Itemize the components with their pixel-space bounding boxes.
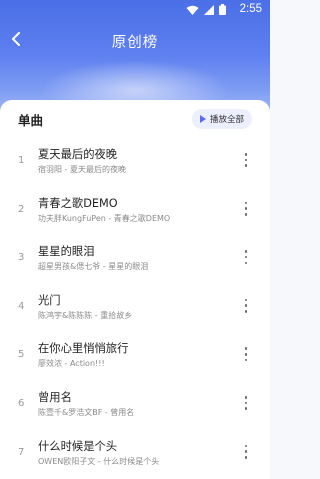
song-row[interactable]: 2 青春之歌DEMO 功夫胖KungFuPen - 青春之歌DEMO: [0, 189, 270, 238]
status-icons: [186, 4, 226, 15]
song-row[interactable]: 7 什么时候是个头 OWEN欧阳子文 - 什么时候是个头: [0, 432, 270, 479]
song-row[interactable]: 3 星星的眼泪 超星男孩&偲七爷 - 星星的眼泪: [0, 237, 270, 286]
song-subtitle: OWEN欧阳子文 - 什么时候是个头: [38, 456, 160, 466]
more-vertical-icon[interactable]: [244, 250, 248, 265]
wifi-icon: [186, 5, 199, 15]
song-title: 什么时候是个头: [38, 439, 118, 453]
song-title: 在你心里悄悄旅行: [38, 342, 129, 356]
song-index: 5: [18, 349, 25, 361]
song-subtitle: 功夫胖KungFuPen - 青春之歌DEMO: [38, 213, 171, 223]
play-all-label: 播放全部: [209, 115, 244, 125]
song-title: 星星的眼泪: [38, 245, 95, 259]
play-icon: [199, 115, 206, 123]
status-time: 2:55: [239, 3, 262, 15]
song-title: 曾用名: [38, 390, 72, 404]
more-vertical-icon[interactable]: [244, 201, 248, 216]
page-title: 原创榜: [111, 35, 159, 51]
section-title: 单曲: [18, 113, 44, 128]
more-vertical-icon[interactable]: [244, 444, 248, 459]
song-title: 夏天最后的夜晚: [38, 148, 118, 161]
song-subtitle: 陈壹千&罗浩文BF - 曾用名: [38, 407, 135, 417]
more-vertical-icon[interactable]: [244, 347, 248, 362]
song-index: 7: [18, 446, 25, 458]
more-vertical-icon[interactable]: [244, 298, 248, 313]
song-row[interactable]: 4 光门 陈鸿宇&陈陈陈 - 重拾故乡: [0, 286, 270, 335]
status-bar: 2:55: [0, 0, 270, 20]
song-title: 青春之歌DEMO: [38, 196, 118, 210]
song-title: 光门: [38, 293, 61, 307]
signal-icon: [204, 4, 214, 15]
song-list-card: 单曲 播放全部 1 夏天最后的夜晚 宿羽阳 - 夏天最后的夜晚 2 青春之歌DE…: [0, 100, 270, 479]
song-index: 2: [18, 203, 25, 215]
song-index: 1: [18, 155, 25, 166]
more-vertical-icon[interactable]: [244, 395, 248, 410]
song-index: 3: [18, 252, 25, 264]
play-all-button[interactable]: 播放全部: [191, 109, 252, 129]
song-subtitle: 廖效浓 - Action!!!: [38, 359, 105, 369]
song-list: 1 夏天最后的夜晚 宿羽阳 - 夏天最后的夜晚 2 青春之歌DEMO 功夫胖Ku…: [0, 140, 270, 479]
song-subtitle: 宿羽阳 - 夏天最后的夜晚: [38, 165, 126, 174]
song-row[interactable]: 6 曾用名 陈壹千&罗浩文BF - 曾用名: [0, 383, 270, 432]
song-subtitle: 超星男孩&偲七爷 - 星星的眼泪: [38, 262, 149, 272]
more-vertical-icon[interactable]: [244, 153, 248, 167]
battery-icon: [219, 4, 226, 15]
song-row[interactable]: 5 在你心里悄悄旅行 廖效浓 - Action!!!: [0, 334, 270, 383]
song-index: 6: [18, 397, 25, 409]
song-index: 4: [18, 300, 25, 312]
song-row[interactable]: 1 夏天最后的夜晚 宿羽阳 - 夏天最后的夜晚: [0, 140, 270, 189]
song-subtitle: 陈鸿宇&陈陈陈 - 重拾故乡: [38, 310, 133, 320]
